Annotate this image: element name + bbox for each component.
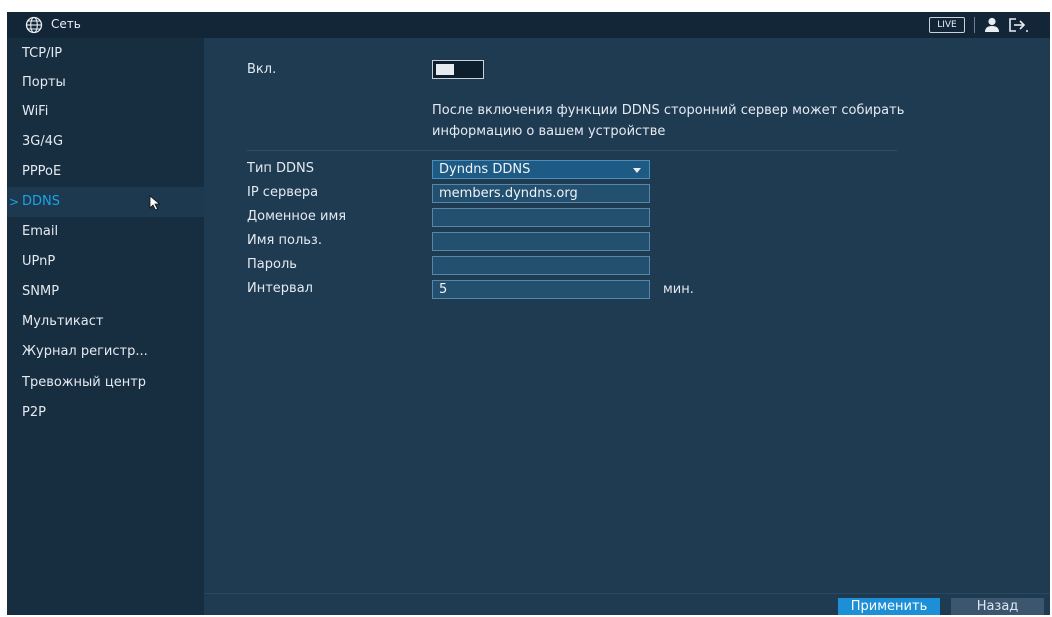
sidebar-item-label: Журнал регистр... <box>22 344 148 359</box>
password-input[interactable] <box>432 256 650 275</box>
ddns-type-label: Тип DDNS <box>247 161 315 176</box>
sidebar-item-ports[interactable]: Порты <box>7 68 204 98</box>
username-input[interactable] <box>432 232 650 251</box>
footer-divider <box>204 593 1050 594</box>
sidebar-item-tcpip[interactable]: TCP/IP <box>7 39 204 69</box>
enable-toggle[interactable] <box>432 60 484 79</box>
sidebar-item-label: P2P <box>22 405 46 420</box>
sidebar-item-pppoe[interactable]: PPPoE <box>7 157 204 187</box>
app-window: Сеть LIVE TCP/IP Порты WiFi 3G/4G PPPoE … <box>7 12 1050 615</box>
globe-icon <box>25 16 43 34</box>
enable-label: Вкл. <box>247 62 277 77</box>
domain-name-input[interactable] <box>432 208 650 227</box>
user-icon[interactable] <box>983 16 1001 34</box>
ddns-notice: После включения функции DDNS сторонний с… <box>432 100 1032 142</box>
sidebar-item-label: Порты <box>22 75 66 90</box>
notice-line: После включения функции DDNS сторонний с… <box>432 103 905 118</box>
live-button[interactable]: LIVE <box>929 17 965 33</box>
server-ip-input[interactable]: members.dyndns.org <box>432 184 650 203</box>
sidebar-item-alarm-center[interactable]: Тревожный центр <box>7 368 204 398</box>
divider <box>974 17 975 33</box>
apply-button[interactable]: Применить <box>838 598 940 615</box>
sidebar-item-registration-log[interactable]: Журнал регистр... <box>7 337 204 367</box>
sidebar-item-label: DDNS <box>22 194 60 209</box>
notice-line: информацию о вашем устройстве <box>432 124 666 139</box>
password-label: Пароль <box>247 257 297 272</box>
domain-name-label: Доменное имя <box>247 209 347 224</box>
chevron-right-icon: > <box>9 195 20 209</box>
interval-label: Интервал <box>247 281 313 296</box>
sidebar-item-p2p[interactable]: P2P <box>7 398 204 428</box>
sidebar-item-email[interactable]: Email <box>7 217 204 247</box>
sidebar-item-label: TCP/IP <box>22 46 63 61</box>
ddns-settings-panel: Вкл. После включения функции DDNS сторон… <box>204 38 1050 615</box>
top-bar: Сеть LIVE <box>7 12 1050 38</box>
server-ip-label: IP сервера <box>247 185 319 200</box>
mouse-cursor-icon <box>149 195 161 211</box>
sidebar-item-snmp[interactable]: SNMP <box>7 277 204 307</box>
sidebar-item-label: UPnP <box>22 254 56 269</box>
toggle-knob <box>436 64 454 75</box>
sidebar-item-upnp[interactable]: UPnP <box>7 247 204 277</box>
interval-input[interactable]: 5 <box>432 280 650 299</box>
server-ip-value: members.dyndns.org <box>439 186 578 201</box>
sidebar-item-3g4g[interactable]: 3G/4G <box>7 127 204 157</box>
username-label: Имя польз. <box>247 233 322 248</box>
page-title: Сеть <box>51 17 81 31</box>
section-divider <box>247 150 897 151</box>
sidebar-item-label: Тревожный центр <box>22 375 147 390</box>
chevron-down-icon <box>633 168 641 173</box>
sidebar-item-label: SNMP <box>22 284 60 299</box>
interval-unit: мин. <box>663 282 694 297</box>
sidebar-item-label: Email <box>22 224 59 239</box>
sidebar-item-label: Мультикаст <box>22 314 104 329</box>
sidebar-item-label: PPPoE <box>22 164 62 179</box>
back-button[interactable]: Назад <box>951 598 1044 615</box>
sidebar-item-multicast[interactable]: Мультикаст <box>7 307 204 337</box>
sidebar-item-label: WiFi <box>22 104 49 119</box>
sidebar-item-ddns[interactable]: > DDNS <box>7 187 204 217</box>
sidebar-item-label: 3G/4G <box>22 134 64 149</box>
interval-value: 5 <box>439 282 448 297</box>
sidebar: TCP/IP Порты WiFi 3G/4G PPPoE > DDNS Ema… <box>7 38 204 615</box>
ddns-type-select[interactable]: Dyndns DDNS <box>432 160 650 179</box>
logout-icon[interactable] <box>1007 16 1029 34</box>
sidebar-item-wifi[interactable]: WiFi <box>7 97 204 127</box>
ddns-type-value: Dyndns DDNS <box>439 162 531 177</box>
